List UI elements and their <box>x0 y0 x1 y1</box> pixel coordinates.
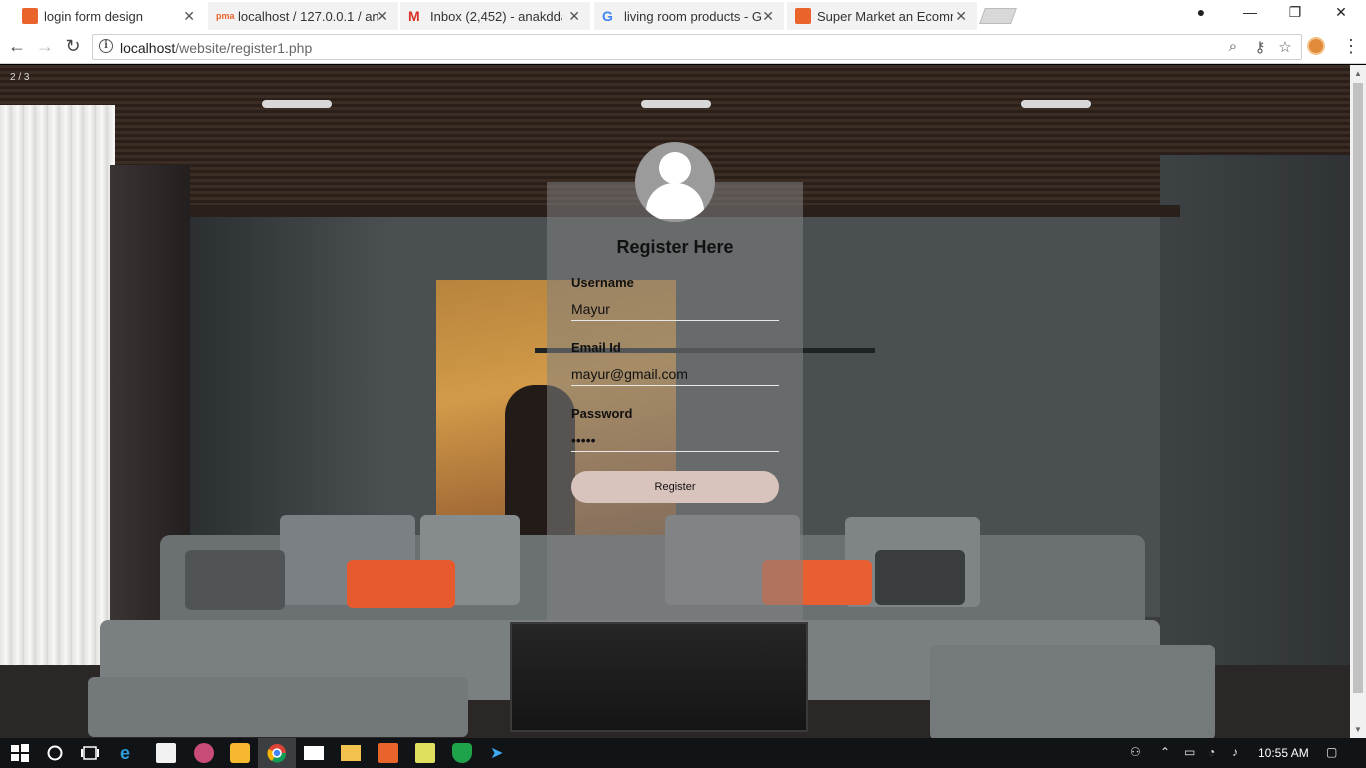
task-view-icon[interactable] <box>80 743 100 763</box>
tab-super-market[interactable]: Super Market an Ecomm ✕ <box>787 2 977 30</box>
store-icon[interactable] <box>156 743 176 763</box>
orange-pillow <box>347 560 455 608</box>
page-indicator: 2 / 3 <box>10 72 30 83</box>
page-scrollbar[interactable]: ▲ ▼ <box>1350 65 1366 738</box>
password-label: Password <box>571 406 633 421</box>
profile-icon[interactable]: ● <box>1191 4 1211 20</box>
chevron-up-icon[interactable]: ⌃ <box>1160 745 1170 759</box>
send-icon[interactable]: ➤ <box>490 743 510 763</box>
tab-title: localhost / 127.0.0.1 / an <box>238 8 378 24</box>
taskbar: e ➤ ⚇ ⌃ ▭ ◔ ♪ 10:55 AM ▢ <box>0 738 1366 768</box>
scroll-down-icon[interactable]: ▼ <box>1354 725 1362 734</box>
close-window-button[interactable]: ✕ <box>1331 4 1351 21</box>
menu-icon[interactable]: ⋮ <box>1342 36 1360 57</box>
tab-title: Super Market an Ecomm <box>817 8 953 24</box>
url-path: /website/register1.php <box>175 40 313 56</box>
tab-phpmyadmin[interactable]: pma localhost / 127.0.0.1 / an ✕ <box>208 2 398 30</box>
forward-button[interactable]: → <box>34 36 56 57</box>
notification-icon[interactable]: ▢ <box>1326 745 1337 759</box>
info-icon[interactable]: i <box>99 39 113 53</box>
email-label: Email Id <box>571 340 621 355</box>
close-icon[interactable]: ✕ <box>183 8 195 25</box>
username-label: Username <box>571 275 634 290</box>
paint-icon[interactable] <box>194 743 214 763</box>
edge-icon[interactable]: e <box>120 743 140 763</box>
tab-login-form-design[interactable]: login form design ✕ <box>0 2 205 30</box>
battery-icon[interactable]: ▭ <box>1184 745 1195 759</box>
ottoman-left <box>88 677 468 737</box>
xampp-icon <box>22 8 38 24</box>
chrome-icon[interactable] <box>267 743 287 763</box>
ceiling-light <box>1021 100 1091 108</box>
key-icon[interactable]: ⚷ <box>1250 38 1270 56</box>
url-host: localhost <box>120 40 176 56</box>
extension-icon[interactable] <box>1307 37 1325 55</box>
close-icon[interactable]: ✕ <box>568 8 580 25</box>
xampp-icon <box>795 8 811 24</box>
media-player-icon[interactable] <box>230 743 250 763</box>
xampp-icon[interactable] <box>378 743 398 763</box>
background-curtain <box>0 105 115 705</box>
notepad-icon[interactable] <box>415 743 435 763</box>
tab-strip: login form design ✕ pma localhost / 127.… <box>0 0 1366 30</box>
phpmyadmin-icon: pma <box>216 11 235 21</box>
new-tab-button[interactable] <box>979 8 1017 24</box>
windows-start-icon[interactable] <box>10 743 30 763</box>
url-text[interactable]: localhost/website/register1.php <box>120 40 312 56</box>
tab-title: login form design <box>44 8 143 24</box>
close-icon[interactable]: ✕ <box>376 8 388 25</box>
tab-google[interactable]: G living room products - G ✕ <box>594 2 784 30</box>
back-button[interactable]: ← <box>6 36 28 57</box>
restore-button[interactable]: ❐ <box>1285 4 1305 21</box>
scroll-up-icon[interactable]: ▲ <box>1354 69 1362 78</box>
zoom-icon[interactable]: ⌕ <box>1223 38 1243 55</box>
tab-gmail[interactable]: M Inbox (2,452) - anakddas ✕ <box>400 2 590 30</box>
file-explorer-icon[interactable] <box>341 745 361 761</box>
close-icon[interactable]: ✕ <box>955 8 967 25</box>
clock[interactable]: 10:55 AM <box>1258 746 1309 760</box>
scrollbar-thumb[interactable] <box>1353 83 1363 693</box>
password-input[interactable] <box>571 428 779 452</box>
address-bar[interactable]: i localhost/website/register1.php ⌕ ⚷ ☆ <box>92 34 1302 60</box>
form-title: Register Here <box>616 237 734 257</box>
star-icon[interactable]: ☆ <box>1275 38 1295 56</box>
throw-blanket <box>185 550 285 610</box>
gmail-icon: M <box>408 8 420 24</box>
volume-icon[interactable]: ♪ <box>1232 745 1238 759</box>
avatar-body <box>646 183 704 219</box>
avatar-icon <box>635 142 715 222</box>
username-input[interactable] <box>571 297 779 321</box>
reload-button[interactable]: ↻ <box>62 36 84 57</box>
ceiling-light <box>262 100 332 108</box>
email-input[interactable] <box>571 362 779 386</box>
ceiling-light <box>641 100 711 108</box>
tab-title: living room products - G <box>624 8 762 24</box>
ottoman-right <box>930 645 1215 738</box>
avatar-head <box>659 152 691 184</box>
close-icon[interactable]: ✕ <box>762 8 774 25</box>
register-button[interactable]: Register <box>571 471 779 503</box>
tab-title: Inbox (2,452) - anakddas <box>430 8 562 24</box>
shield-icon[interactable] <box>452 743 472 763</box>
dark-pillow <box>875 550 965 605</box>
google-icon: G <box>602 8 613 24</box>
mail-icon[interactable] <box>304 746 324 760</box>
people-icon[interactable]: ⚇ <box>1130 745 1141 759</box>
wifi-icon[interactable]: ◔ <box>1208 745 1215 759</box>
search-icon[interactable] <box>45 743 65 763</box>
background-wall-right <box>1160 155 1350 715</box>
browser-toolbar: ← → ↻ i localhost/website/register1.php … <box>0 30 1366 64</box>
minimize-button[interactable]: — <box>1240 4 1260 20</box>
coffee-table <box>510 622 808 732</box>
